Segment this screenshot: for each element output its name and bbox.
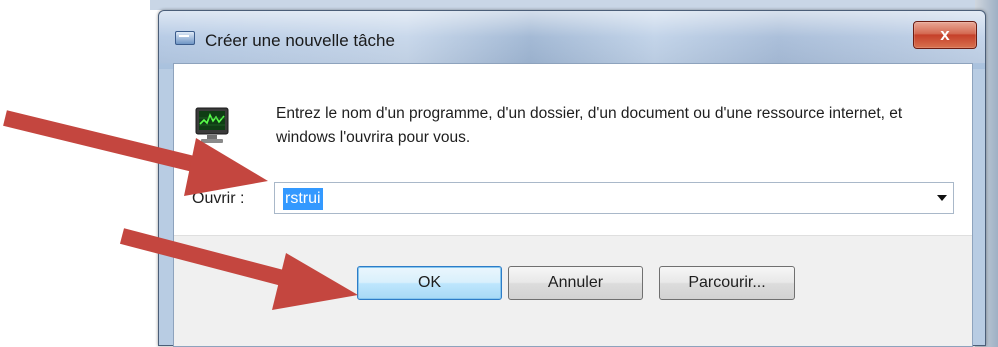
browse-button[interactable]: Parcourir... (659, 266, 795, 300)
cancel-button[interactable]: Annuler (508, 266, 643, 300)
open-label: Ouvrir : (192, 190, 245, 207)
app-monitor-icon (195, 107, 229, 143)
dialog-body: Entrez le nom d'un programme, d'un dossi… (173, 63, 973, 347)
background-window-strip (150, 0, 998, 10)
ok-button[interactable]: OK (357, 266, 502, 300)
dialog-description: Entrez le nom d'un programme, d'un dossi… (276, 105, 903, 146)
close-button[interactable]: x (913, 21, 977, 49)
window-title: Créer une nouvelle tâche (205, 31, 395, 50)
open-combobox[interactable]: rstrui (274, 182, 954, 214)
dropdown-arrow-icon[interactable] (937, 195, 947, 201)
open-input-value[interactable]: rstrui (283, 188, 323, 210)
title-bar[interactable]: Créer une nouvelle tâche x (159, 11, 985, 63)
window-title-icon (175, 31, 195, 45)
